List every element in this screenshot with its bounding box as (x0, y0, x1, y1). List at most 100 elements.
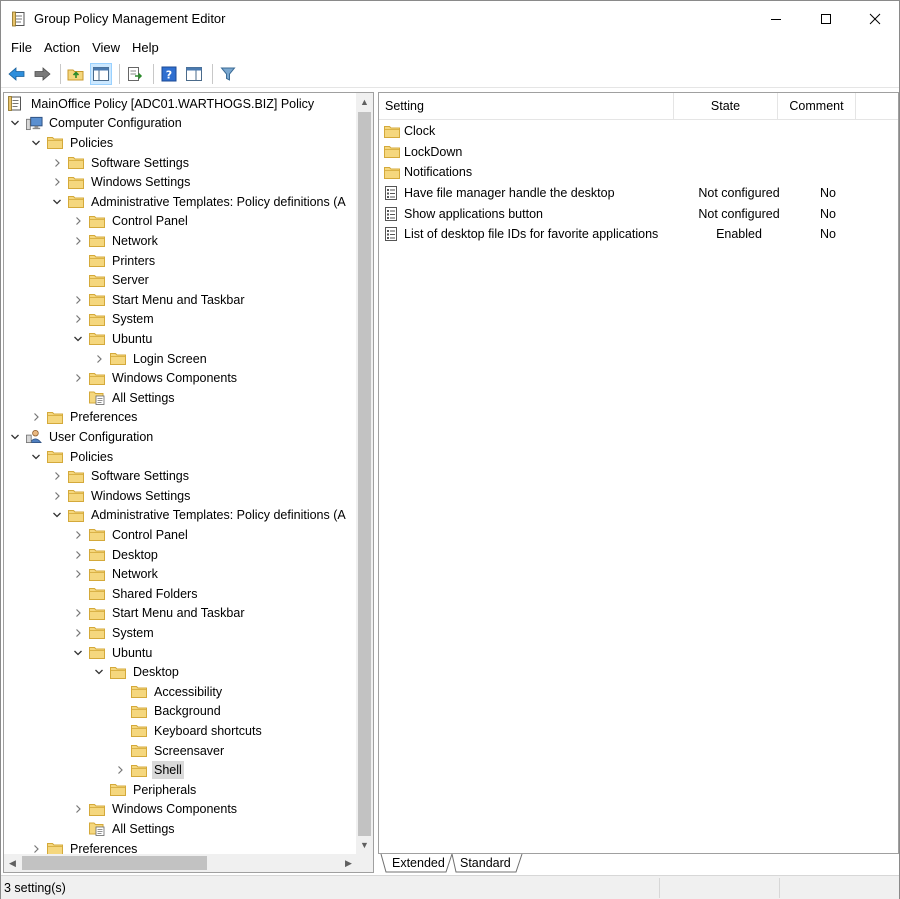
chevron-down-icon[interactable] (50, 508, 64, 522)
tree-node[interactable]: Network (71, 231, 160, 251)
tree-node[interactable]: Preferences (29, 408, 139, 428)
chevron-right-icon[interactable] (50, 469, 64, 483)
chevron-right-icon[interactable] (71, 234, 85, 248)
forward-button[interactable] (31, 63, 53, 85)
minimize-button[interactable] (751, 1, 801, 36)
maximize-button[interactable] (801, 1, 851, 36)
chevron-right-icon[interactable] (71, 606, 85, 620)
column-header-state[interactable]: State (674, 93, 778, 120)
policy-setting-row[interactable]: Show applications button Not configured No (379, 203, 898, 224)
tree-node[interactable]: Control Panel (71, 525, 190, 545)
tree-node[interactable]: System (71, 623, 156, 643)
chevron-right-icon[interactable] (71, 802, 85, 816)
tree-node[interactable]: Windows Components (71, 800, 239, 820)
export-list-button[interactable] (124, 63, 146, 85)
tree-node[interactable]: Windows Components (71, 368, 239, 388)
chevron-right-icon[interactable] (71, 214, 85, 228)
tree-node[interactable]: All Settings (71, 819, 177, 839)
menu-file[interactable]: File (1, 38, 38, 58)
chevron-right-icon[interactable] (71, 528, 85, 542)
tree-node[interactable]: Preferences (29, 839, 139, 854)
tree-node[interactable]: User Configuration (8, 427, 155, 447)
tree-node[interactable]: All Settings (71, 388, 177, 408)
chevron-right-icon[interactable] (71, 293, 85, 307)
tree-node[interactable]: Computer Configuration (8, 114, 184, 134)
tab-standard[interactable]: Standard (454, 854, 517, 873)
tree-node[interactable]: Windows Settings (50, 172, 192, 192)
tree-node[interactable]: Windows Settings (50, 486, 192, 506)
tree-node[interactable]: Login Screen (92, 349, 209, 369)
tree-node[interactable]: Peripherals (92, 780, 198, 800)
chevron-down-icon[interactable] (92, 665, 106, 679)
scroll-up-icon[interactable]: ▲ (356, 93, 373, 111)
tab-extended[interactable]: Extended (386, 854, 451, 873)
tree-horizontal-scroll-thumb[interactable] (22, 856, 207, 870)
tree-node[interactable]: Ubuntu (71, 643, 154, 663)
tree-vertical-scrollbar[interactable]: ▲ ▼ (356, 93, 373, 854)
chevron-right-icon[interactable] (71, 567, 85, 581)
policy-setting-row[interactable]: List of desktop file IDs for favorite ap… (379, 224, 898, 245)
chevron-down-icon[interactable] (29, 450, 43, 464)
tree-node[interactable]: System (71, 310, 156, 330)
tree-node[interactable]: Server (71, 270, 151, 290)
tree-node[interactable]: Accessibility (113, 682, 224, 702)
tree-node[interactable]: Policies (29, 133, 115, 153)
chevron-down-icon[interactable] (8, 430, 22, 444)
tree-node[interactable]: Background (113, 702, 223, 722)
chevron-right-icon[interactable] (71, 371, 85, 385)
chevron-right-icon[interactable] (71, 312, 85, 326)
menu-help[interactable]: Help (126, 38, 165, 58)
menu-view[interactable]: View (86, 38, 126, 58)
chevron-right-icon[interactable] (50, 156, 64, 170)
details-folder-row[interactable]: LockDown (379, 142, 898, 163)
details-folder-row[interactable]: Notifications (379, 162, 898, 183)
chevron-down-icon[interactable] (71, 332, 85, 346)
tree-node[interactable]: Shell (113, 760, 184, 780)
tree-node[interactable]: Desktop (71, 545, 160, 565)
chevron-right-icon[interactable] (29, 842, 43, 854)
tree-node[interactable]: Start Menu and Taskbar (71, 290, 246, 310)
scroll-right-icon[interactable]: ▶ (340, 854, 357, 872)
menu-action[interactable]: Action (38, 38, 86, 58)
tree-node[interactable]: Start Menu and Taskbar (71, 604, 246, 624)
chevron-right-icon[interactable] (50, 489, 64, 503)
tree-node[interactable]: Administrative Templates: Policy definit… (50, 192, 348, 212)
chevron-right-icon[interactable] (29, 410, 43, 424)
tree-node[interactable]: Software Settings (50, 466, 191, 486)
policy-setting-row[interactable]: Have file manager handle the desktop Not … (379, 183, 898, 204)
tree-node[interactable]: Printers (71, 251, 157, 271)
chevron-right-icon[interactable] (71, 626, 85, 640)
details-folder-row[interactable]: Clock (379, 121, 898, 142)
chevron-down-icon[interactable] (71, 646, 85, 660)
chevron-right-icon[interactable] (71, 548, 85, 562)
chevron-right-icon[interactable] (50, 175, 64, 189)
tree-node[interactable]: Control Panel (71, 212, 190, 232)
show-hide-console-tree-button[interactable] (90, 62, 112, 85)
column-header-setting[interactable]: Setting (379, 93, 674, 120)
tree-node[interactable]: Administrative Templates: Policy definit… (50, 506, 348, 526)
chevron-down-icon[interactable] (8, 116, 22, 130)
tree-node[interactable]: Screensaver (113, 741, 226, 761)
tree-node[interactable]: Ubuntu (71, 329, 154, 349)
filter-options-button[interactable] (217, 63, 239, 85)
chevron-down-icon[interactable] (29, 136, 43, 150)
scroll-down-icon[interactable]: ▼ (356, 836, 373, 854)
tree-node[interactable]: Desktop (92, 662, 181, 682)
close-button[interactable] (850, 1, 900, 36)
tree-node[interactable]: Network (71, 564, 160, 584)
help-button[interactable]: ? (158, 63, 180, 85)
tree-node[interactable]: Policies (29, 447, 115, 467)
tree-node[interactable]: Shared Folders (71, 584, 199, 604)
tree-node[interactable]: Software Settings (50, 153, 191, 173)
chevron-right-icon[interactable] (92, 352, 106, 366)
column-header-comment[interactable]: Comment (778, 93, 856, 120)
tree-horizontal-scrollbar[interactable]: ◀ ▶ (4, 854, 357, 872)
tree-vertical-scroll-thumb[interactable] (358, 112, 371, 836)
chevron-down-icon[interactable] (50, 195, 64, 209)
chevron-right-icon[interactable] (113, 763, 127, 777)
tree-node[interactable]: Keyboard shortcuts (113, 721, 264, 741)
tree-node[interactable]: MainOffice Policy [ADC01.WARTHOGS.BIZ] P… (8, 94, 316, 114)
back-button[interactable] (6, 63, 28, 85)
up-one-level-button[interactable] (65, 63, 87, 85)
scroll-left-icon[interactable]: ◀ (4, 854, 21, 872)
